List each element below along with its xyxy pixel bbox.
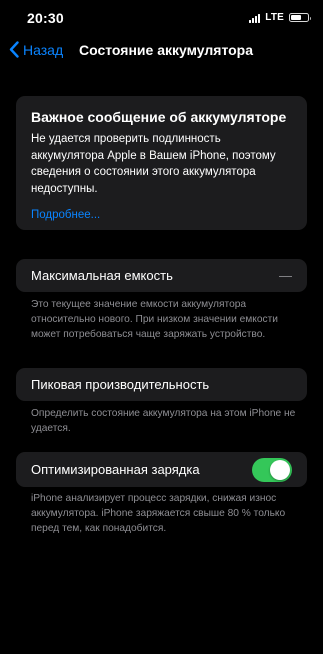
warning-body: Не удается проверить подлинность аккумул… [31,133,276,195]
back-label: Назад [23,41,64,58]
toggle-knob [270,459,290,480]
peak-performance-label: Пиковая производительность [31,377,210,392]
back-button[interactable]: Назад [9,41,63,58]
status-indicators: LTE [249,12,311,23]
max-capacity-label: Максимальная емкость [31,268,173,283]
warning-title: Важное сообщение об аккумуляторе [31,109,287,125]
peak-performance-footnote: Определить состояние аккумулятора на это… [31,408,296,434]
cellular-signal-icon [249,13,261,23]
max-capacity-footnote: Это текущее значение емкости аккумулятор… [31,299,278,340]
status-bar: 20:30 LTE [0,0,323,36]
battery-fill [291,15,301,20]
max-capacity-row: Максимальная емкость — [16,259,307,292]
status-time: 20:30 [27,10,64,26]
max-capacity-value: — [279,268,292,283]
optimized-charging-label: Оптимизированная зарядка [31,462,200,477]
page-title: Состояние аккумулятора [79,42,254,58]
battery-icon [289,13,311,22]
optimized-charging-row: Оптимизированная зарядка [16,452,307,487]
optimized-charging-toggle[interactable] [252,457,292,482]
navigation-bar: Назад Состояние аккумулятора [0,36,323,66]
network-type-label: LTE [265,12,284,23]
battery-warning-card: Важное сообщение об аккумуляторе Не удае… [16,96,307,230]
peak-performance-row: Пиковая производительность [16,368,307,401]
optimized-charging-footnote: iPhone анализирует процесс зарядки, сниж… [31,493,286,534]
learn-more-link[interactable]: Подробнее... [31,209,295,221]
chevron-left-icon [9,41,19,58]
